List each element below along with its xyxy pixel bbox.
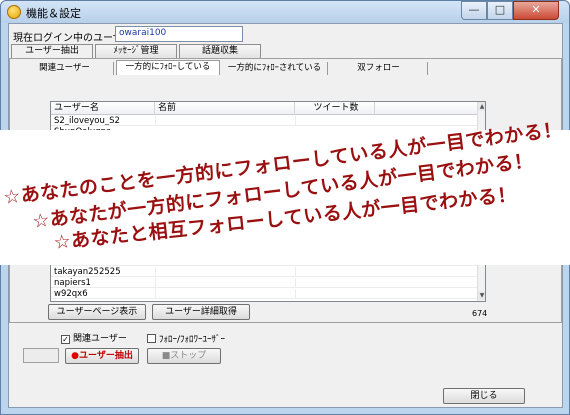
stop-label: ストップ [170, 351, 207, 361]
checkbox-box[interactable] [147, 334, 156, 343]
subtab-following-one-way[interactable]: 一方的にﾌｫﾛｰしている [116, 60, 220, 75]
user-count: 674 [472, 309, 488, 318]
row-divider [295, 289, 296, 298]
cell-username: w92qx6 [54, 289, 88, 299]
row-divider [155, 278, 156, 287]
table-row[interactable]: w92qx6 [51, 289, 477, 299]
scroll-down-arrow-icon[interactable]: ▼ [478, 291, 485, 300]
record-dot-icon: ● [71, 351, 80, 361]
row-divider [295, 267, 296, 276]
login-user-field[interactable]: owarai100 [115, 26, 243, 42]
row-divider [295, 278, 296, 287]
user-detail-button[interactable]: ユーザー詳細取得 [152, 304, 250, 320]
subtab-related-users[interactable]: 関連ユーザー [16, 62, 114, 75]
tab-topic-collect[interactable]: 話題収集 [179, 44, 261, 58]
related-users-checkbox[interactable]: ✓ 関連ユーザー [61, 334, 127, 346]
column-tweet-count[interactable]: ツイート数 [295, 102, 375, 115]
maximize-button[interactable]: □ [487, 1, 513, 20]
checkbox-box[interactable]: ✓ [61, 335, 70, 344]
row-divider [295, 116, 296, 125]
follow-users-label: ﾌｫﾛｰ/ﾌｫﾛﾜｰﾕｰｻﾞｰ [159, 335, 226, 345]
extract-users-label: ユーザー抽出 [79, 351, 133, 361]
row-divider [155, 267, 156, 276]
stop-button[interactable]: ■ストップ [147, 348, 221, 364]
user-page-button[interactable]: ユーザーページ表示 [48, 304, 146, 320]
table-row[interactable]: napiers1 [51, 278, 477, 288]
cell-username: takayan252525 [54, 267, 121, 277]
row-divider [155, 289, 156, 298]
row-divider [155, 116, 156, 125]
app-icon [7, 5, 21, 19]
follow-users-checkbox[interactable]: ﾌｫﾛｰ/ﾌｫﾛﾜｰﾕｰｻﾞｰ [147, 334, 225, 346]
table-row[interactable]: S2_iloveyou_S2 [51, 116, 477, 126]
column-name[interactable]: 名前 [155, 102, 295, 115]
column-username[interactable]: ユーザー名 [51, 102, 155, 115]
title-bar[interactable]: 機能＆設定 — □ ✕ [1, 1, 569, 23]
close-button[interactable]: 閉じる [443, 388, 525, 404]
extract-users-button[interactable]: ●ユーザー抽出 [65, 348, 139, 364]
scroll-up-arrow-icon[interactable]: ▲ [478, 102, 485, 111]
minimize-button[interactable]: — [461, 1, 487, 20]
subtab-followed-one-way[interactable]: 一方的にﾌｫﾛｰされている [222, 62, 328, 75]
progress-indicator [23, 348, 59, 363]
window-title: 機能＆設定 [26, 7, 81, 20]
cell-username: napiers1 [54, 278, 91, 288]
related-users-label: 関連ユーザー [73, 334, 127, 344]
window-close-button[interactable]: ✕ [513, 1, 559, 20]
tab-user-extract[interactable]: ユーザー抽出 [11, 44, 93, 58]
table-row[interactable]: takayan252525 [51, 267, 477, 277]
list-header: ユーザー名 名前 ツイート数 [51, 102, 477, 115]
stop-square-icon: ■ [161, 351, 171, 361]
cell-username: S2_iloveyou_S2 [54, 116, 120, 126]
tab-message-manage[interactable]: ﾒｯｾｰｼﾞ管理 [95, 44, 177, 58]
subtab-mutual-follow[interactable]: 双フォロー [330, 62, 428, 75]
